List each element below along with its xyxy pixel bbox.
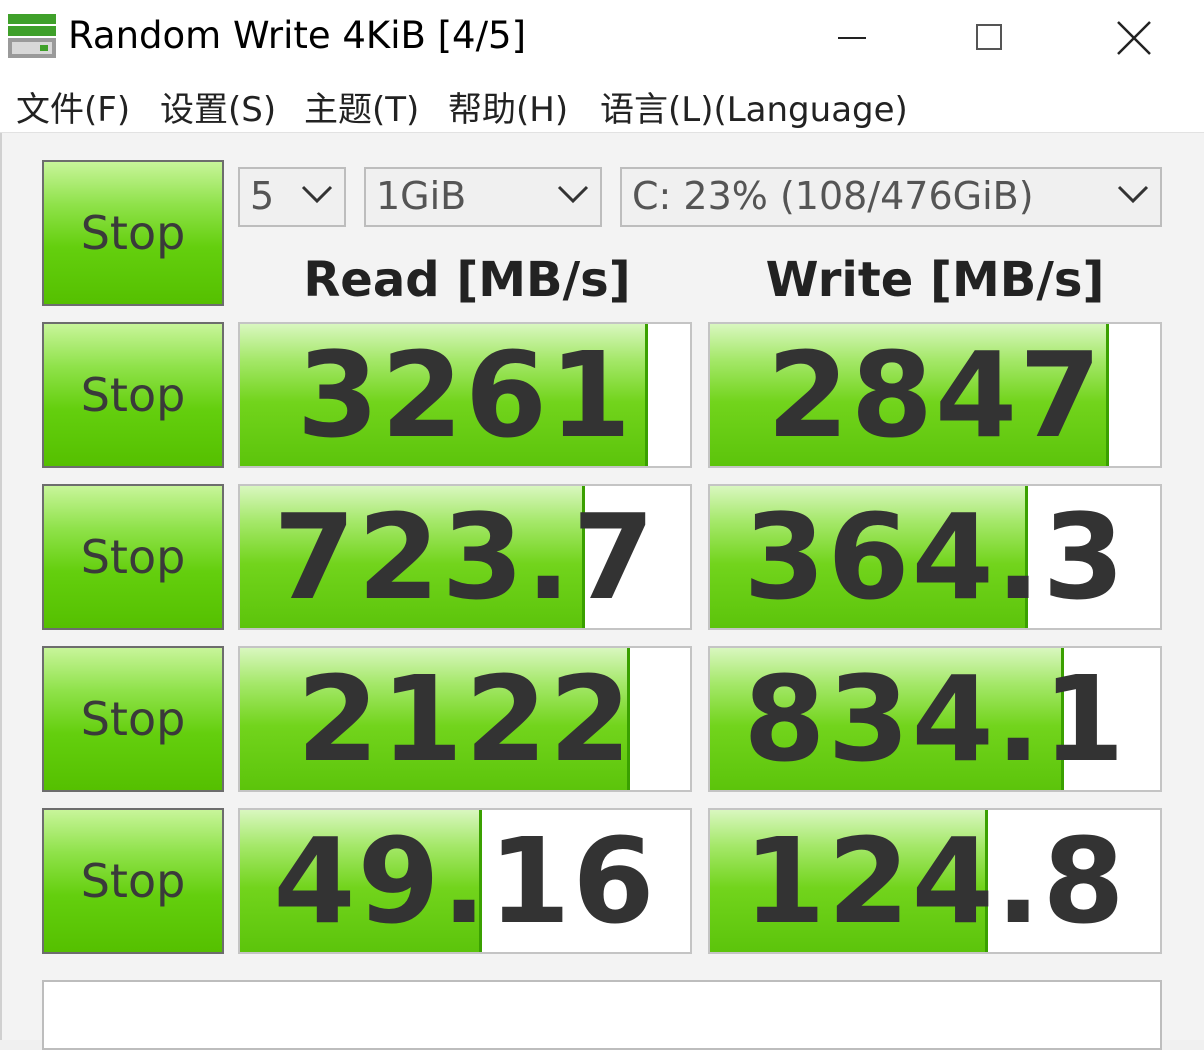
menu-bar: 文件(F) 设置(S) 主题(T) 帮助(H) 语言(L)(Language) — [0, 76, 1204, 133]
write-value-row-2: 364.3 — [743, 488, 1127, 626]
stop-button-row-3[interactable]: Stop — [42, 646, 224, 792]
stop-all-button[interactable]: Stop — [42, 160, 224, 306]
read-result-row-4: 49.16 — [238, 808, 692, 954]
close-icon[interactable] — [1074, 0, 1194, 76]
write-result-row-1: 2847 — [708, 322, 1162, 468]
read-value-row-4: 49.16 — [273, 812, 657, 950]
drive-select[interactable]: C: 23% (108/476GiB) — [620, 167, 1162, 227]
menu-language[interactable]: 语言(L)(Language) — [600, 82, 908, 131]
window-title: Random Write 4KiB [4/5] — [68, 14, 527, 57]
write-result-row-2: 364.3 — [708, 484, 1162, 630]
title-bar: Random Write 4KiB [4/5] — [0, 0, 1204, 76]
stop-button-row-4[interactable]: Stop — [42, 808, 224, 954]
write-result-row-3: 834.1 — [708, 646, 1162, 792]
menu-file[interactable]: 文件(F) — [16, 82, 130, 131]
menu-theme[interactable]: 主题(T) — [304, 82, 419, 131]
app-drive-icon — [8, 14, 56, 58]
test-count-value: 5 — [250, 174, 275, 218]
write-value-row-3: 834.1 — [743, 650, 1127, 788]
menu-help[interactable]: 帮助(H) — [448, 82, 568, 131]
write-result-row-4: 124.8 — [708, 808, 1162, 954]
write-header: Write [MB/s] — [765, 252, 1105, 308]
read-result-row-3: 2122 — [238, 646, 692, 792]
chevron-down-icon — [301, 185, 333, 204]
write-value-row-1: 2847 — [766, 326, 1104, 464]
write-value-row-4: 124.8 — [743, 812, 1127, 950]
read-value-row-2: 723.7 — [273, 488, 657, 626]
chevron-down-icon — [1117, 185, 1149, 204]
read-value-row-1: 3261 — [296, 326, 634, 464]
chevron-down-icon — [557, 185, 589, 204]
read-result-row-2: 723.7 — [238, 484, 692, 630]
read-result-row-1: 3261 — [238, 322, 692, 468]
stop-button-row-1[interactable]: Stop — [42, 322, 224, 468]
test-size-value: 1GiB — [376, 174, 467, 218]
test-size-select[interactable]: 1GiB — [364, 167, 602, 227]
test-count-select[interactable]: 5 — [238, 167, 346, 227]
stop-button-row-2[interactable]: Stop — [42, 484, 224, 630]
drive-value: C: 23% (108/476GiB) — [632, 174, 1034, 218]
minimize-icon[interactable] — [794, 0, 914, 76]
menu-settings[interactable]: 设置(S) — [160, 82, 276, 131]
maximize-icon[interactable] — [932, 0, 1052, 76]
read-header: Read [MB/s] — [303, 252, 631, 308]
read-value-row-3: 2122 — [296, 650, 634, 788]
